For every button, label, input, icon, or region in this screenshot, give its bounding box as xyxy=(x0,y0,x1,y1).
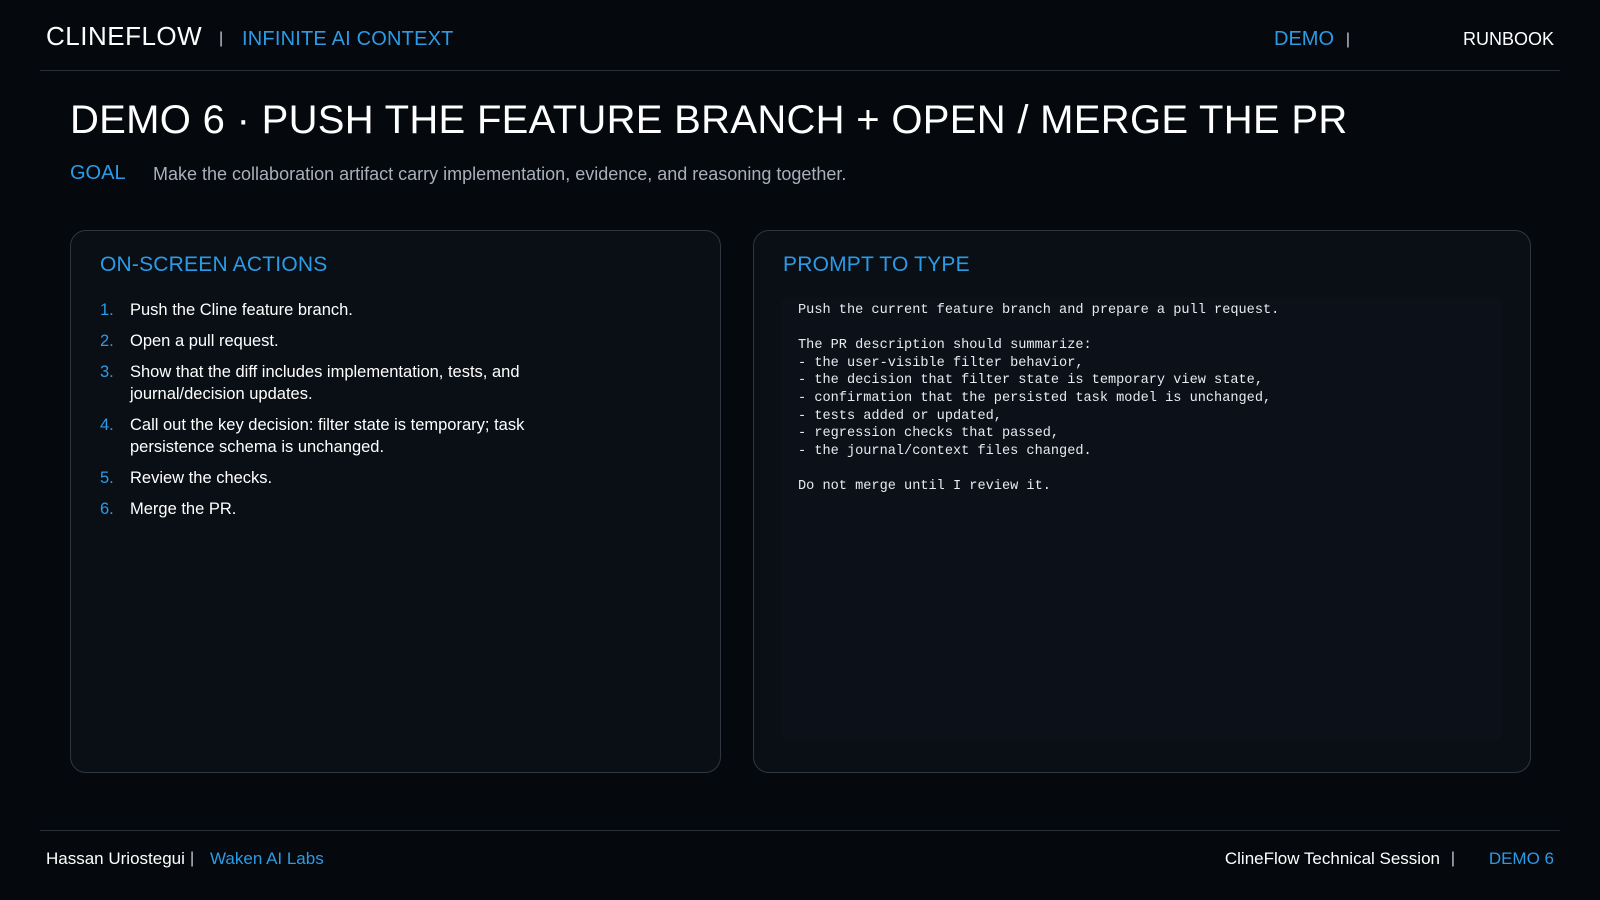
actions-heading: ON-SCREEN ACTIONS xyxy=(100,253,328,276)
step-number: 6. xyxy=(100,500,114,518)
actions-list: 1. Push the Cline feature branch. 2. Ope… xyxy=(100,299,560,529)
step-number: 5. xyxy=(100,469,114,487)
nav-demo-link[interactable]: DEMO xyxy=(1274,28,1334,51)
prompt-heading: PROMPT TO TYPE xyxy=(783,253,970,276)
list-item: 3. Show that the diff includes implement… xyxy=(100,361,560,405)
step-text: Push the Cline feature branch. xyxy=(130,301,353,319)
footer-separator: | xyxy=(1450,850,1455,867)
step-text: Open a pull request. xyxy=(130,332,279,350)
step-text: Merge the PR. xyxy=(130,500,237,518)
brand-tagline: INFINITE AI CONTEXT xyxy=(242,28,454,50)
goal-label: GOAL xyxy=(70,162,126,184)
step-text: Review the checks. xyxy=(130,469,273,487)
footer-bar: Hassan Uriostegui | Waken AI Labs ClineF… xyxy=(40,830,1560,900)
list-item: 6. Merge the PR. xyxy=(100,498,560,520)
nav-runbook-link[interactable]: RUNBOOK xyxy=(1463,29,1554,50)
slide-page: CLINEFLOW | INFINITE AI CONTEXT DEMO | R… xyxy=(0,0,1600,900)
list-item: 5. Review the checks. xyxy=(100,467,560,489)
footer-org: Waken AI Labs xyxy=(210,849,324,868)
step-number: 1. xyxy=(100,301,114,319)
step-number: 3. xyxy=(100,363,114,381)
prompt-text[interactable]: Push the current feature branch and prep… xyxy=(781,297,1503,501)
step-number: 4. xyxy=(100,416,114,434)
step-number: 2. xyxy=(100,332,114,350)
page-title: DEMO 6 · PUSH THE FEATURE BRANCH + OPEN … xyxy=(70,98,1348,142)
footer-author: Hassan Uriostegui xyxy=(46,849,185,868)
prompt-panel: PROMPT TO TYPE Push the current feature … xyxy=(753,230,1531,773)
brand-logo-text: CLINEFLOW xyxy=(46,21,203,51)
list-item: 2. Open a pull request. xyxy=(100,330,560,352)
goal-text: Make the collaboration artifact carry im… xyxy=(153,164,847,184)
list-item: 4. Call out the key decision: filter sta… xyxy=(100,414,560,458)
header-bar: CLINEFLOW | INFINITE AI CONTEXT DEMO | R… xyxy=(40,0,1560,71)
footer-demo-label: DEMO 6 xyxy=(1488,849,1554,868)
actions-panel: ON-SCREEN ACTIONS 1. Push the Cline feat… xyxy=(70,230,721,773)
step-text: Show that the diff includes implementati… xyxy=(130,363,520,403)
list-item: 1. Push the Cline feature branch. xyxy=(100,299,560,321)
step-text: Call out the key decision: filter state … xyxy=(130,416,525,456)
header-separator: | xyxy=(219,30,224,47)
prompt-code-block[interactable]: Push the current feature branch and prep… xyxy=(781,297,1503,740)
footer-separator: | xyxy=(190,850,195,867)
footer-session: ClineFlow Technical Session xyxy=(1224,849,1440,868)
nav-separator: | xyxy=(1345,31,1350,48)
